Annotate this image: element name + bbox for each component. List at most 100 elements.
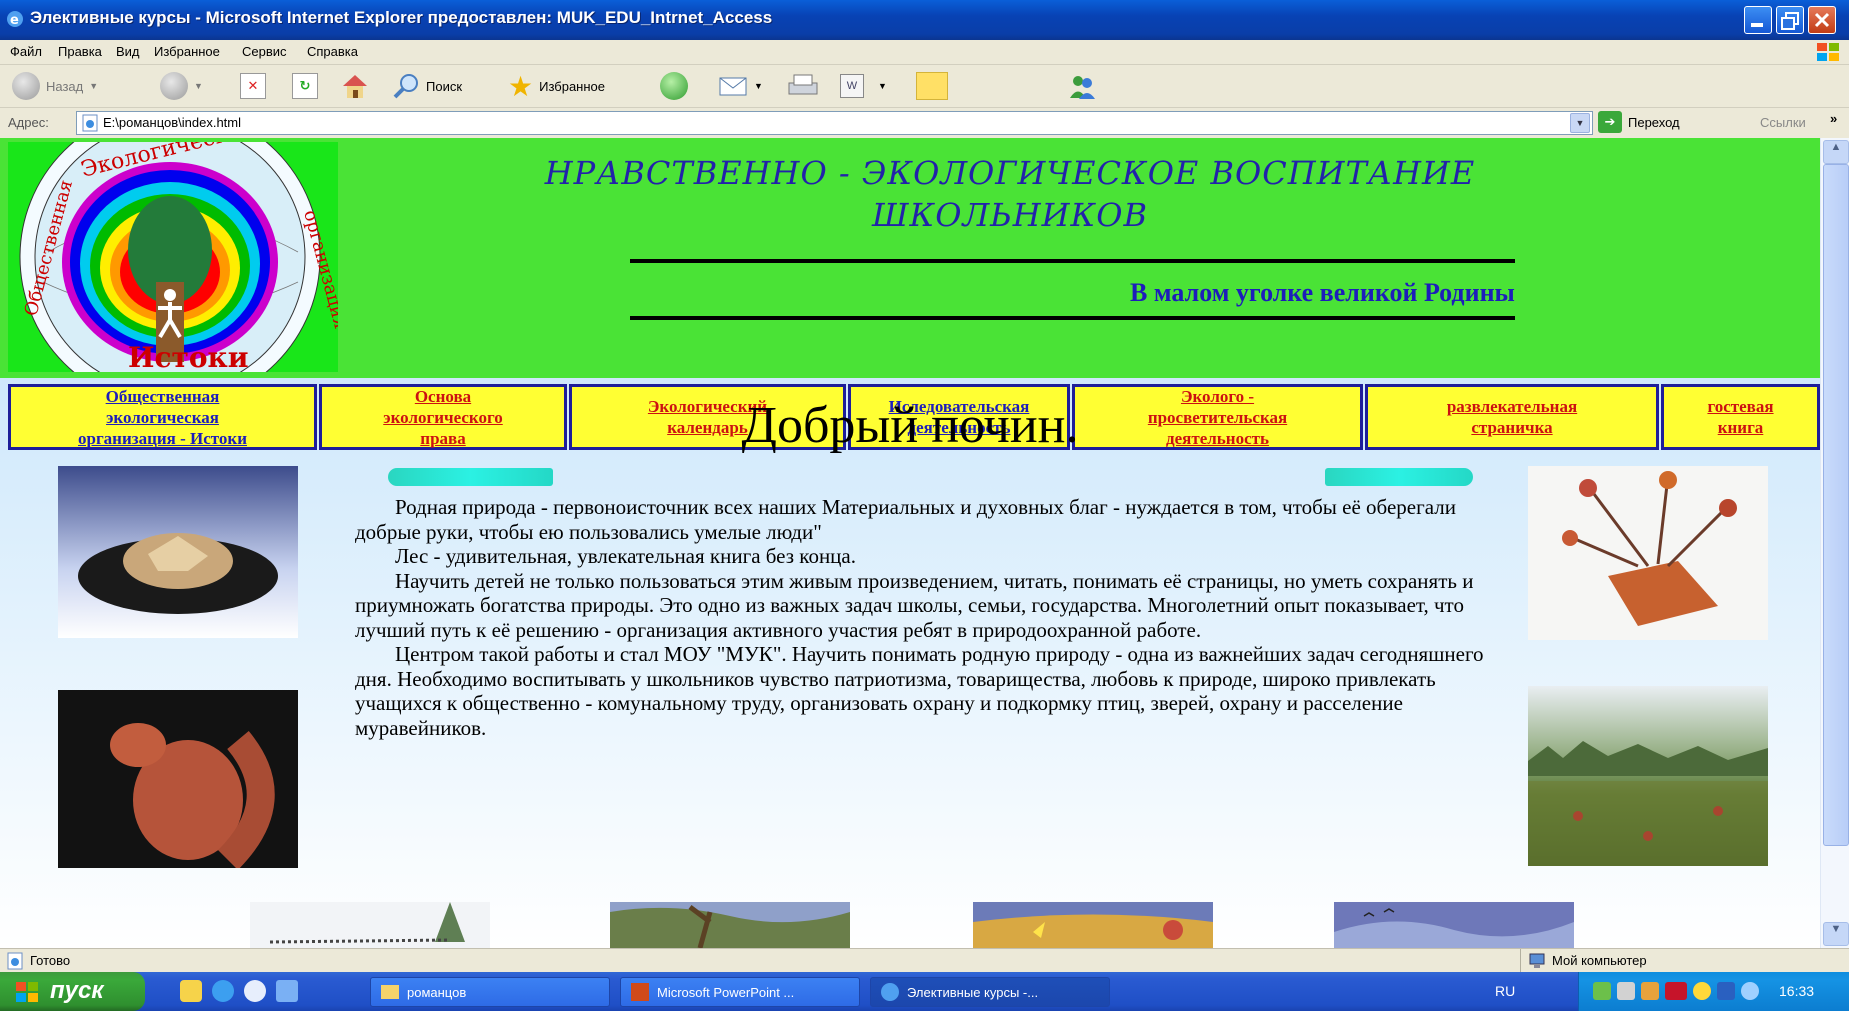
restore-button[interactable] [1776,6,1804,34]
usb-icon[interactable] [1617,982,1635,1000]
media-player-icon[interactable] [244,980,266,1002]
history-button[interactable] [660,71,688,101]
powerpoint-icon [631,983,649,1001]
links-label[interactable]: Ссылки [1760,115,1806,130]
slogan: В малом уголке великой Родины [1130,278,1515,307]
task-folder[interactable]: романцов [370,977,610,1007]
back-arrow-icon [12,72,40,100]
paragraph-1: Родная природа - первоноисточник всех на… [355,495,1456,544]
forward-arrow-icon [160,72,188,100]
clock[interactable]: 16:33 [1779,983,1814,999]
decorative-bar-right [1325,468,1473,486]
photo-tree-painting [610,902,850,948]
header-divider-bottom [630,316,1515,320]
menu-help[interactable]: Справка [307,44,358,59]
refresh-button[interactable]: ↻ [292,71,318,101]
photo-birds-painting [1334,902,1574,948]
language-indicator[interactable]: RU [1495,983,1515,999]
site-title: НРАВСТВЕННО - ЭКОЛОГИЧЕСКОЕ ВОСПИТАНИЕ Ш… [360,152,1660,236]
window-title-bar[interactable]: e Элективные курсы - Microsoft Internet … [0,0,1849,40]
favorites-button[interactable]: ★ Избранное [508,71,605,102]
nav-link-entertainment[interactable]: развлекательная страничка [1447,396,1577,438]
nav-item-organization: Общественная экологическая организация - И… [8,384,317,450]
sun-icon[interactable] [1693,982,1711,1000]
search-label: Поиск [426,78,463,94]
history-icon [660,72,688,100]
vertical-scrollbar[interactable]: ▲ ▼ [1820,138,1849,948]
forward-button[interactable]: ▼ [160,71,203,101]
chevron-right-icon[interactable]: » [1830,111,1837,126]
print-button[interactable] [786,71,820,101]
page-content: Экологическая Общественная организация И… [0,138,1820,948]
zone-text: Мой компьютер [1552,953,1647,968]
chevron-down-icon: ▼ [878,81,887,91]
page-icon [82,114,98,132]
start-button[interactable]: пуск [0,972,145,1011]
nav-link-eco-law[interactable]: Основа экологического права [383,386,503,449]
outlook-icon[interactable] [180,980,202,1002]
menu-view[interactable]: Вид [116,44,140,59]
note-icon [916,72,948,100]
search-button[interactable]: Поиск [392,71,462,101]
menu-file[interactable]: Файл [10,44,42,59]
paragraph-2: Лес - удивительная, увлекательная книга … [395,544,856,568]
toolbar: Назад ▼ ▼ ✕ ↻ Поиск ★ Избранное ▼ W ▼ [0,65,1849,108]
start-label: пуск [50,977,104,1004]
window-title: Элективные курсы - Microsoft Internet Ex… [30,8,773,27]
scrollbar-thumb[interactable] [1823,164,1849,846]
display-icon[interactable] [1717,982,1735,1000]
stop-button[interactable]: ✕ [240,71,266,101]
status-text: Готово [30,953,71,968]
system-tray: 16:33 [1578,972,1849,1011]
page-done-icon [7,952,23,970]
svg-text:e: e [10,13,19,28]
menu-favorites[interactable]: Избранное [154,44,220,59]
windows-flag-icon [1817,43,1839,61]
favorites-label: Избранное [539,78,605,94]
chevron-down-icon: ▼ [194,81,203,91]
edit-button[interactable]: W ▼ [840,71,887,101]
taskbar: пуск романцов Microsoft PowerPoint ... Э… [0,972,1849,1011]
page-header: Экологическая Общественная организация И… [0,138,1820,378]
network-icon[interactable] [1593,982,1611,1000]
folder-icon [381,985,399,999]
back-button[interactable]: Назад ▼ [12,71,98,101]
go-label: Переход [1628,114,1680,130]
mail-button[interactable]: ▼ [718,71,763,101]
ie-icon: e [7,11,23,28]
menu-tools[interactable]: Сервис [242,44,287,59]
photo-forest-field [1528,686,1768,866]
scroll-up-button[interactable]: ▲ [1823,140,1849,164]
site-title-line2: ШКОЛЬНИКОВ [871,196,1149,234]
close-button[interactable] [1808,6,1836,34]
desktop-icon[interactable] [276,980,298,1002]
task-powerpoint[interactable]: Microsoft PowerPoint ... [620,977,860,1007]
nav-link-guestbook[interactable]: гостевая книга [1707,396,1773,438]
go-button[interactable]: ➔ Переход [1598,111,1680,133]
ati-icon[interactable] [1665,982,1687,1000]
status-bar: Готово Мой компьютер [0,948,1849,973]
address-dropdown-button[interactable]: ▼ [1570,113,1590,133]
address-input[interactable]: E:\романцов\index.html ▼ [76,111,1593,135]
nav-item-guestbook: гостевая книга [1661,384,1820,450]
address-text: E:\романцов\index.html [103,115,241,130]
task-internet-explorer[interactable]: Элективные курсы -... [870,977,1110,1007]
home-button[interactable] [340,71,370,101]
ie-icon[interactable] [212,980,234,1002]
menu-edit[interactable]: Правка [58,44,102,59]
shield-icon[interactable] [1641,982,1659,1000]
minimize-button[interactable] [1744,6,1772,34]
photo-winter-trees [250,902,490,948]
article-text: Родная природа - первоноисточник всех на… [355,495,1495,740]
discuss-button[interactable] [916,71,948,101]
scroll-down-button[interactable]: ▼ [1823,922,1849,946]
quick-launch [180,980,298,1002]
nav-item-entertainment: развлекательная страничка [1365,384,1659,450]
decorative-bar-left [388,468,553,486]
volume-icon[interactable] [1741,982,1759,1000]
ie-icon [881,983,899,1001]
photo-flower-basket [1528,466,1768,640]
nav-link-organization[interactable]: Общественная экологическая организация - И… [78,386,247,449]
messenger-button[interactable] [1067,71,1097,101]
address-label: Адрес: [8,115,49,130]
